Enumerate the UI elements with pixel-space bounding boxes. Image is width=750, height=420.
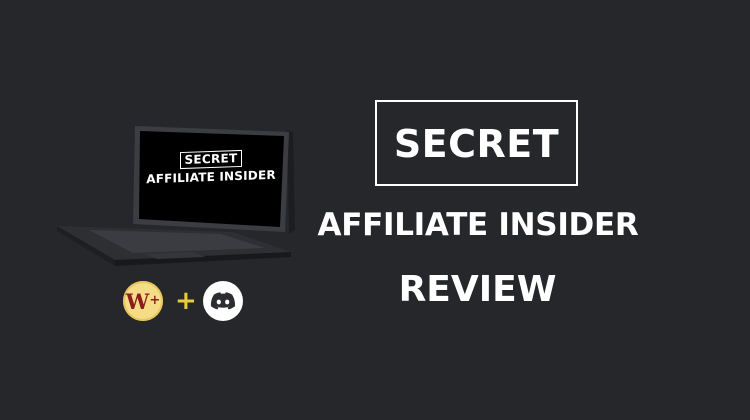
title-review: REVIEW [398, 269, 557, 310]
w-logo-plus: + [149, 293, 161, 308]
laptop-icon [57, 126, 295, 266]
partner-logos: W+ + [123, 281, 253, 321]
title-affiliate-insider: AFFILIATE INSIDER [317, 207, 639, 243]
screen-secret-label: SECRET [180, 149, 242, 170]
banner-canvas: SECRET AFFILIATE INSIDER W+ + SECRET AFF… [0, 0, 750, 420]
plus-separator: + [175, 286, 197, 316]
screen-text: SECRET AFFILIATE INSIDER [146, 146, 276, 187]
title-secret-box: SECRET [375, 100, 578, 186]
w-logo-letter: W [125, 289, 150, 314]
laptop-illustration [55, 120, 305, 270]
warrior-plus-logo-icon: W+ [123, 281, 163, 321]
discord-logo-icon [203, 281, 243, 321]
title-secret: SECRET [393, 122, 560, 166]
